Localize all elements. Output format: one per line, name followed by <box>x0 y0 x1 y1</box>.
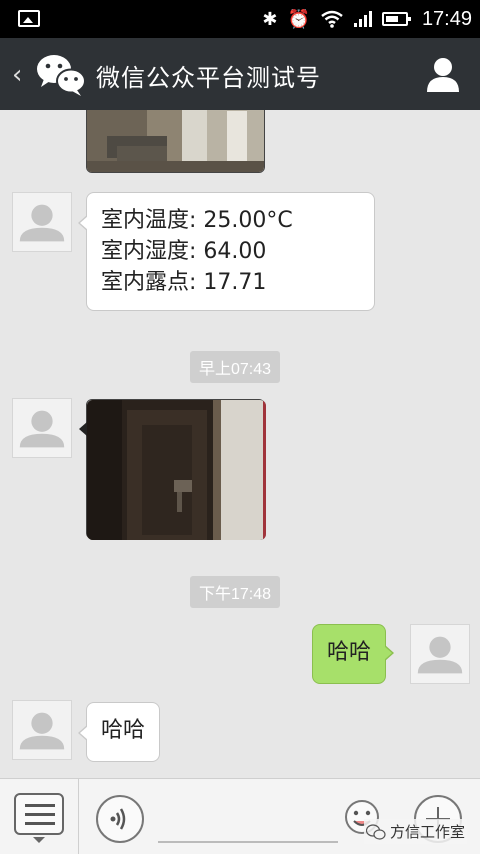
bluetooth-icon: ✱ <box>262 8 278 30</box>
divider <box>78 779 79 854</box>
chat-area[interactable]: 室内温度: 25.00°C 室内湿度: 64.00 室内露点: 17.71 早上… <box>0 110 480 778</box>
image-icon <box>18 10 40 27</box>
chevron-down-icon <box>33 837 45 843</box>
input-bar: 方信工作室 <box>0 778 480 854</box>
avatar[interactable] <box>12 192 72 252</box>
message-line: 哈哈 <box>101 718 146 743</box>
wifi-icon <box>321 10 343 28</box>
menu-icon[interactable] <box>14 793 64 835</box>
timestamp-label: 早上07:43 <box>190 351 281 383</box>
chat-title: 微信公众平台测试号 <box>96 64 321 92</box>
room-photo[interactable] <box>86 110 265 173</box>
timestamp-label: 下午17:48 <box>190 576 281 608</box>
door-photo[interactable] <box>79 399 266 540</box>
battery-icon <box>381 12 411 26</box>
message-bubble-sensor[interactable]: 室内温度: 25.00°C 室内湿度: 64.00 室内露点: 17.71 <box>78 192 375 311</box>
message-input[interactable] <box>158 795 338 843</box>
avatar[interactable] <box>12 398 72 458</box>
profile-icon[interactable] <box>426 56 460 92</box>
message-line: 室内露点: 17.71 <box>101 270 267 295</box>
voice-icon[interactable] <box>96 795 144 843</box>
signal-icon <box>353 11 372 27</box>
status-icons: ✱ ⏰ 17:49 <box>262 6 472 32</box>
alarm-icon: ⏰ <box>287 8 310 30</box>
wechat-logo-icon <box>366 823 386 840</box>
message-bubble-received[interactable]: 哈哈 <box>77 702 161 762</box>
message-bubble-sent[interactable]: 哈哈 <box>312 624 395 684</box>
status-time: 17:49 <box>421 7 472 30</box>
status-bar: ✱ ⏰ 17:49 <box>0 0 480 38</box>
watermark-text: 方信工作室 <box>390 823 466 841</box>
message-line: 室内温度: 25.00°C <box>101 208 293 233</box>
back-icon[interactable]: ‹ <box>12 60 22 90</box>
message-line: 室内湿度: 64.00 <box>101 239 267 264</box>
wechat-logo-icon[interactable] <box>36 52 86 96</box>
message-line: 哈哈 <box>327 640 372 665</box>
avatar[interactable] <box>12 700 72 760</box>
watermark: 方信工作室 <box>364 819 468 844</box>
avatar-self[interactable] <box>410 624 470 684</box>
title-bar: ‹ 微信公众平台测试号 <box>0 38 480 110</box>
